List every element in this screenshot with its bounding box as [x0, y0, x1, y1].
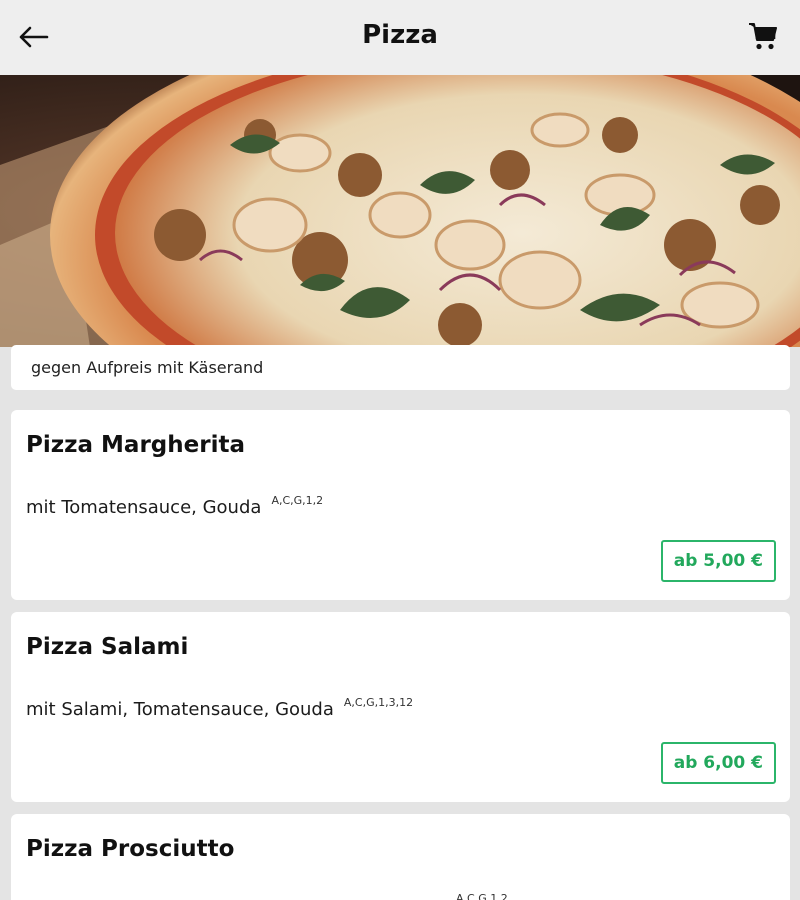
- app-header: Pizza: [0, 0, 800, 75]
- allergen-codes: A,C,G,1,2: [456, 892, 508, 900]
- product-name: Pizza Margherita: [26, 432, 245, 458]
- product-card[interactable]: Pizza Margherita mit Tomatensauce, Gouda…: [11, 410, 790, 600]
- extra-charge-notice: gegen Aufpreis mit Käserand: [11, 345, 790, 390]
- allergen-codes: A,C,G,1,2: [271, 494, 324, 507]
- price-button[interactable]: ab 5,00 €: [660, 540, 776, 582]
- pizza-hero-image: [0, 75, 800, 347]
- product-card[interactable]: Pizza Salami mit Salami, Tomatensauce, G…: [11, 612, 790, 802]
- product-name: Pizza Salami: [26, 634, 189, 660]
- cart-button[interactable]: [744, 17, 782, 55]
- product-card[interactable]: Pizza Prosciutto A,C,G,1,2: [11, 814, 790, 900]
- product-description: mit Salami, Tomatensauce, Gouda A,C,G,1,3…: [26, 696, 413, 720]
- product-description-text: mit Tomatensauce, Gouda: [26, 497, 262, 518]
- product-description: mit Tomatensauce, Gouda A,C,G,1,2: [26, 494, 323, 518]
- allergen-codes: A,C,G,1,3,12: [343, 696, 414, 709]
- product-description: A,C,G,1,2: [446, 892, 508, 900]
- product-name: Pizza Prosciutto: [26, 836, 235, 862]
- page-title: Pizza: [362, 20, 438, 50]
- product-description-text: mit Salami, Tomatensauce, Gouda: [26, 699, 334, 720]
- price-button[interactable]: ab 6,00 €: [660, 742, 776, 784]
- shopping-cart-icon: [749, 23, 777, 50]
